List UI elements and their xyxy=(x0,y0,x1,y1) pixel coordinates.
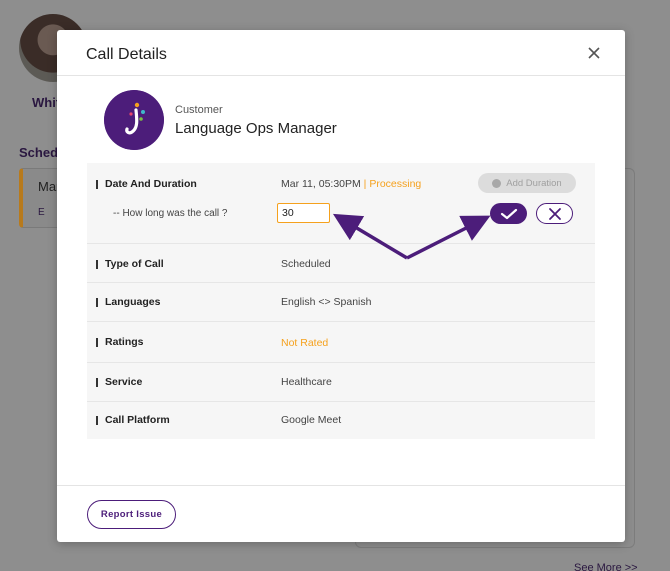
date-duration-row: Date And Duration Mar 11, 05:30PM | Proc… xyxy=(87,163,595,244)
row-label: Languages xyxy=(96,296,160,308)
row-value: English <> Spanish xyxy=(281,296,372,308)
see-more-link: See More >> xyxy=(574,562,638,571)
service-row: Service Healthcare xyxy=(87,363,595,402)
section-title: Sched xyxy=(19,145,59,160)
modal-title: Call Details xyxy=(86,46,167,63)
date-status-value: Mar 11, 05:30PM | Processing xyxy=(281,178,421,190)
type-of-call-row: Type of Call Scheduled xyxy=(87,244,595,283)
ratings-row: Ratings Not Rated xyxy=(87,322,595,363)
check-icon xyxy=(500,208,517,219)
row-value: Google Meet xyxy=(281,414,342,426)
languages-row: Languages English <> Spanish xyxy=(87,283,595,322)
call-details-table: Date And Duration Mar 11, 05:30PM | Proc… xyxy=(87,163,595,439)
clock-icon xyxy=(492,178,502,188)
call-date: Mar 11, 05:30PM xyxy=(281,178,361,190)
row-value: Healthcare xyxy=(281,376,332,388)
row-value: Scheduled xyxy=(281,258,331,270)
company-logo-icon xyxy=(104,90,164,150)
report-issue-button[interactable]: Report Issue xyxy=(87,500,176,529)
duration-question: -- How long was the call ? xyxy=(113,208,228,219)
close-icon[interactable] xyxy=(587,46,601,60)
call-details-modal: Call Details Customer Language Ops Manag… xyxy=(57,30,625,542)
row-label: Service xyxy=(96,376,142,388)
customer-name: Language Ops Manager xyxy=(175,120,337,137)
customer-label: Customer xyxy=(175,104,223,116)
add-duration-label: Add Duration xyxy=(506,177,562,189)
duration-input[interactable] xyxy=(277,203,330,223)
confirm-button[interactable] xyxy=(490,203,527,224)
add-duration-button[interactable]: Add Duration xyxy=(478,173,576,193)
card-subtitle: E xyxy=(38,207,45,218)
row-label: Call Platform xyxy=(96,414,170,426)
row-label: Ratings xyxy=(96,336,144,348)
user-name: Whit xyxy=(32,95,61,110)
cancel-button[interactable] xyxy=(536,203,573,224)
row-value: Not Rated xyxy=(281,337,329,349)
modal-header: Call Details xyxy=(57,30,625,76)
close-icon xyxy=(548,207,561,220)
row-label: Date And Duration xyxy=(96,178,197,190)
call-platform-row: Call Platform Google Meet xyxy=(87,402,595,439)
row-label: Type of Call xyxy=(96,258,164,270)
footer-divider xyxy=(57,485,625,486)
status-text: Processing xyxy=(369,178,422,190)
